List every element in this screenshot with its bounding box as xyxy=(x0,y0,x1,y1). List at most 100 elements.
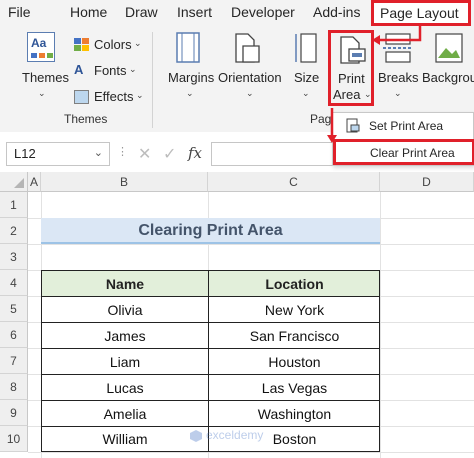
name-box[interactable]: L12 ⌄ xyxy=(6,142,110,166)
chevron-down-icon: ⌄ xyxy=(394,88,402,98)
name-box-value: L12 xyxy=(14,146,36,161)
orientation-label: Orientation xyxy=(218,70,282,85)
breaks-button[interactable]: Breaks ⌄ xyxy=(376,32,420,108)
more-options-icon: ⋮ xyxy=(117,146,128,158)
chevron-down-icon: ⌄ xyxy=(129,64,137,74)
clear-print-area-label: Clear Print Area xyxy=(370,146,455,160)
cell-name[interactable]: Amelia xyxy=(42,406,208,422)
background-icon xyxy=(435,33,463,63)
cell-location[interactable]: Las Vegas xyxy=(209,380,380,396)
cell-location[interactable]: San Francisco xyxy=(209,328,380,344)
tab-insert[interactable]: Insert xyxy=(177,4,212,20)
set-print-area-item[interactable]: Set Print Area xyxy=(333,115,473,137)
cell-location[interactable]: Houston xyxy=(209,354,380,370)
background-label: Backgrou xyxy=(422,70,474,85)
menu-bar: File Home Draw Insert Developer Add-ins … xyxy=(0,0,474,26)
size-button[interactable]: Size ⌄ xyxy=(290,32,322,108)
cancel-icon[interactable]: ✕ xyxy=(138,144,151,164)
chevron-down-icon: ⌄ xyxy=(38,88,46,98)
tab-developer[interactable]: Developer xyxy=(231,4,295,20)
print-area-icon xyxy=(340,36,366,64)
row-header-8[interactable]: 8 xyxy=(0,374,28,400)
cell-name[interactable]: James xyxy=(42,328,208,344)
group-divider xyxy=(152,32,153,128)
table-row: Liam Houston xyxy=(42,349,379,375)
row-header-10[interactable]: 10 xyxy=(0,426,28,452)
enter-icon[interactable]: ✓ xyxy=(163,144,176,164)
header-name[interactable]: Name xyxy=(42,276,208,292)
fonts-button[interactable]: A Fonts ⌄ xyxy=(72,62,142,80)
sheet-title: Clearing Print Area xyxy=(138,222,283,239)
effects-button[interactable]: Effects ⌄ xyxy=(72,88,144,106)
size-icon xyxy=(295,33,317,63)
chevron-down-icon[interactable]: ⌄ xyxy=(94,146,103,159)
tab-page-layout[interactable]: Page Layout xyxy=(371,0,471,26)
row-header-5[interactable]: 5 xyxy=(0,296,28,322)
cell-name[interactable]: Olivia xyxy=(42,302,208,318)
margins-label: Margins xyxy=(168,70,215,85)
print-area-label-line1: Print xyxy=(338,71,365,86)
chevron-down-icon: ⌄ xyxy=(186,88,194,98)
effects-icon xyxy=(74,90,89,104)
tab-home[interactable]: Home xyxy=(70,4,107,20)
margins-button[interactable]: Margins ⌄ xyxy=(164,32,216,108)
cell-name[interactable]: William xyxy=(42,431,208,447)
set-print-area-icon xyxy=(346,118,360,133)
row-header-2[interactable]: 2 xyxy=(0,218,28,244)
gridline xyxy=(28,452,474,453)
effects-label: Effects xyxy=(94,89,134,104)
insert-function-icon[interactable]: fx xyxy=(188,144,202,162)
row-header-7[interactable]: 7 xyxy=(0,348,28,374)
print-area-dropdown: Set Print Area Clear Print Area xyxy=(332,112,474,166)
fonts-icon: A xyxy=(74,62,84,77)
column-header-c[interactable]: C xyxy=(208,172,380,192)
clear-print-area-item[interactable]: Clear Print Area xyxy=(333,139,474,165)
colors-label: Colors xyxy=(94,37,132,52)
watermark-logo-icon xyxy=(190,430,202,442)
themes-group-label: Themes xyxy=(64,112,108,126)
margins-icon xyxy=(176,32,200,63)
tab-addins[interactable]: Add-ins xyxy=(313,4,360,20)
orientation-icon xyxy=(235,33,260,63)
colors-button[interactable]: Colors ⌄ xyxy=(72,36,142,54)
row-header-1[interactable]: 1 xyxy=(0,192,28,218)
row-header-6[interactable]: 6 xyxy=(0,322,28,348)
column-header-a[interactable]: A xyxy=(28,172,41,192)
chevron-down-icon: ⌄ xyxy=(364,89,372,99)
watermark-text: exceldemy xyxy=(206,428,264,442)
table-row: James San Francisco xyxy=(42,323,379,349)
select-all-corner[interactable] xyxy=(0,172,28,192)
table-row: Amelia Washington xyxy=(42,401,379,427)
palette-icon xyxy=(74,38,90,52)
column-header-d[interactable]: D xyxy=(380,172,474,192)
row-header-9[interactable]: 9 xyxy=(0,400,28,426)
cell-name[interactable]: Lucas xyxy=(42,380,208,396)
cell-location[interactable]: Washington xyxy=(209,406,380,422)
row-header-4[interactable]: 4 xyxy=(0,270,28,296)
table-header-row: Name Location xyxy=(42,271,379,297)
themes-icon: Aa xyxy=(27,32,55,62)
table-row: Lucas Las Vegas xyxy=(42,375,379,401)
row-header-3[interactable]: 3 xyxy=(0,244,28,270)
tab-file[interactable]: File xyxy=(8,4,31,20)
print-area-button[interactable]: Print Area ⌄ xyxy=(328,30,374,106)
fonts-label: Fonts xyxy=(94,63,127,78)
background-button[interactable]: Backgrou xyxy=(420,32,474,108)
chevron-down-icon: ⌄ xyxy=(246,88,254,98)
header-location[interactable]: Location xyxy=(209,276,380,292)
size-label: Size xyxy=(294,70,320,85)
breaks-label: Breaks xyxy=(378,70,419,85)
sheet-title-cell[interactable]: Clearing Print Area xyxy=(41,218,380,244)
themes-button[interactable]: Aa Themes ⌄ xyxy=(18,32,69,108)
gridline xyxy=(380,192,381,458)
chevron-down-icon: ⌄ xyxy=(134,38,142,48)
column-header-b[interactable]: B xyxy=(41,172,208,192)
table-row: Olivia New York xyxy=(42,297,379,323)
print-area-label-line2: Area xyxy=(333,87,361,102)
tab-draw[interactable]: Draw xyxy=(125,4,158,20)
cell-name[interactable]: Liam xyxy=(42,354,208,370)
cell-location[interactable]: New York xyxy=(209,302,380,318)
tab-page-layout-label: Page Layout xyxy=(380,5,459,21)
gridline xyxy=(28,244,474,245)
orientation-button[interactable]: Orientation ⌄ xyxy=(217,32,283,108)
